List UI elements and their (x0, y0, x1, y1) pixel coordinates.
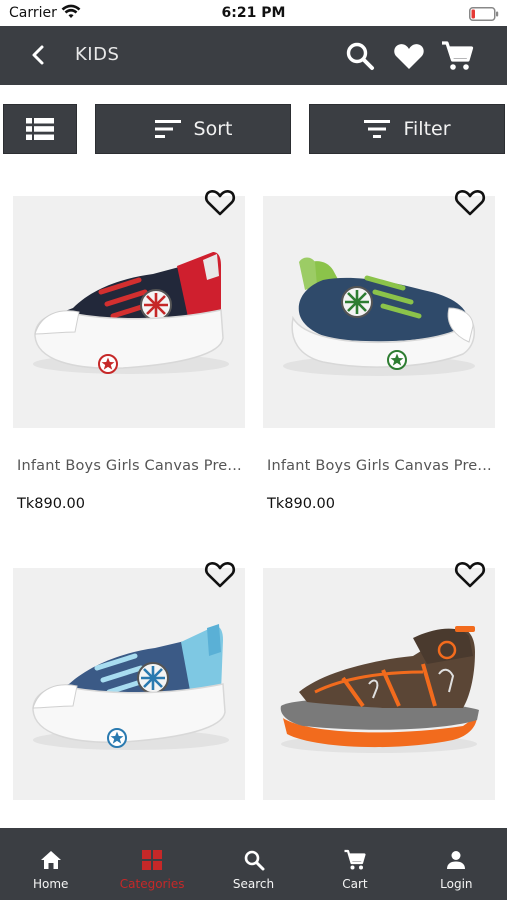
product-price: Tk890.00 (17, 496, 85, 512)
product-name[interactable]: Infant Boys Girls Canvas Pre... (267, 458, 495, 474)
cart-icon (442, 41, 474, 70)
nav-home[interactable]: Home (0, 828, 101, 900)
heart-icon (394, 44, 424, 69)
search-icon (244, 850, 265, 871)
product-toolbar: Sort Filter (0, 104, 507, 154)
back-arrow-icon (32, 45, 44, 65)
list-view-icon (26, 118, 54, 140)
header-search-button[interactable] (343, 39, 377, 73)
bottom-nav: Home Categories Search Cart Login (0, 828, 507, 900)
nav-search-label: Search (232, 877, 275, 891)
wishlist-button[interactable] (454, 187, 486, 217)
brown-orange-sandal-image (280, 626, 479, 753)
filter-label: Filter (403, 118, 451, 140)
wishlist-button[interactable] (204, 187, 236, 217)
heart-outline-icon (454, 562, 486, 588)
header-wishlist-button[interactable] (392, 39, 426, 73)
person-icon (447, 851, 466, 869)
home-icon (40, 851, 61, 869)
filter-button[interactable]: Filter (309, 104, 505, 154)
filter-icon (364, 120, 391, 138)
sort-button[interactable]: Sort (95, 104, 291, 154)
status-bar: Carrier 6:21 PM (0, 0, 507, 26)
nav-search[interactable]: Search (203, 828, 304, 900)
nav-login-label: Login (440, 877, 473, 891)
wishlist-button[interactable] (204, 559, 236, 589)
sort-label: Sort (193, 118, 233, 140)
clock: 6:21 PM (221, 5, 286, 21)
product-image[interactable] (13, 196, 245, 428)
nav-cart-label: Cart (342, 877, 368, 891)
wishlist-button[interactable] (454, 559, 486, 589)
nav-categories-label: Categories (119, 877, 185, 891)
back-button[interactable] (24, 40, 54, 70)
heart-outline-icon (204, 562, 236, 588)
navy-green-canvas-shoe-image (283, 257, 476, 376)
nav-home-label: Home (32, 877, 69, 891)
search-icon (346, 42, 374, 70)
cart-icon (344, 849, 366, 870)
heart-outline-icon (454, 190, 486, 216)
nav-categories[interactable]: Categories (101, 828, 202, 900)
heart-outline-icon (204, 190, 236, 216)
battery-icon (469, 6, 499, 25)
sort-icon (154, 120, 181, 138)
app-header: KIDS (0, 26, 507, 85)
product-name[interactable]: Infant Boys Girls Canvas Pre... (17, 458, 245, 474)
product-image[interactable] (263, 196, 495, 428)
denim-blue-canvas-shoe-image (32, 624, 229, 750)
nav-cart[interactable]: Cart (304, 828, 405, 900)
product-price: Tk890.00 (267, 496, 335, 512)
page-title: KIDS (75, 44, 120, 65)
list-view-button[interactable] (3, 104, 77, 154)
nav-login[interactable]: Login (406, 828, 507, 900)
product-image[interactable] (13, 568, 245, 800)
navy-red-canvas-shoe-image (33, 252, 229, 374)
product-image[interactable] (263, 568, 495, 800)
grid-icon (142, 850, 163, 870)
header-cart-button[interactable] (440, 39, 474, 73)
